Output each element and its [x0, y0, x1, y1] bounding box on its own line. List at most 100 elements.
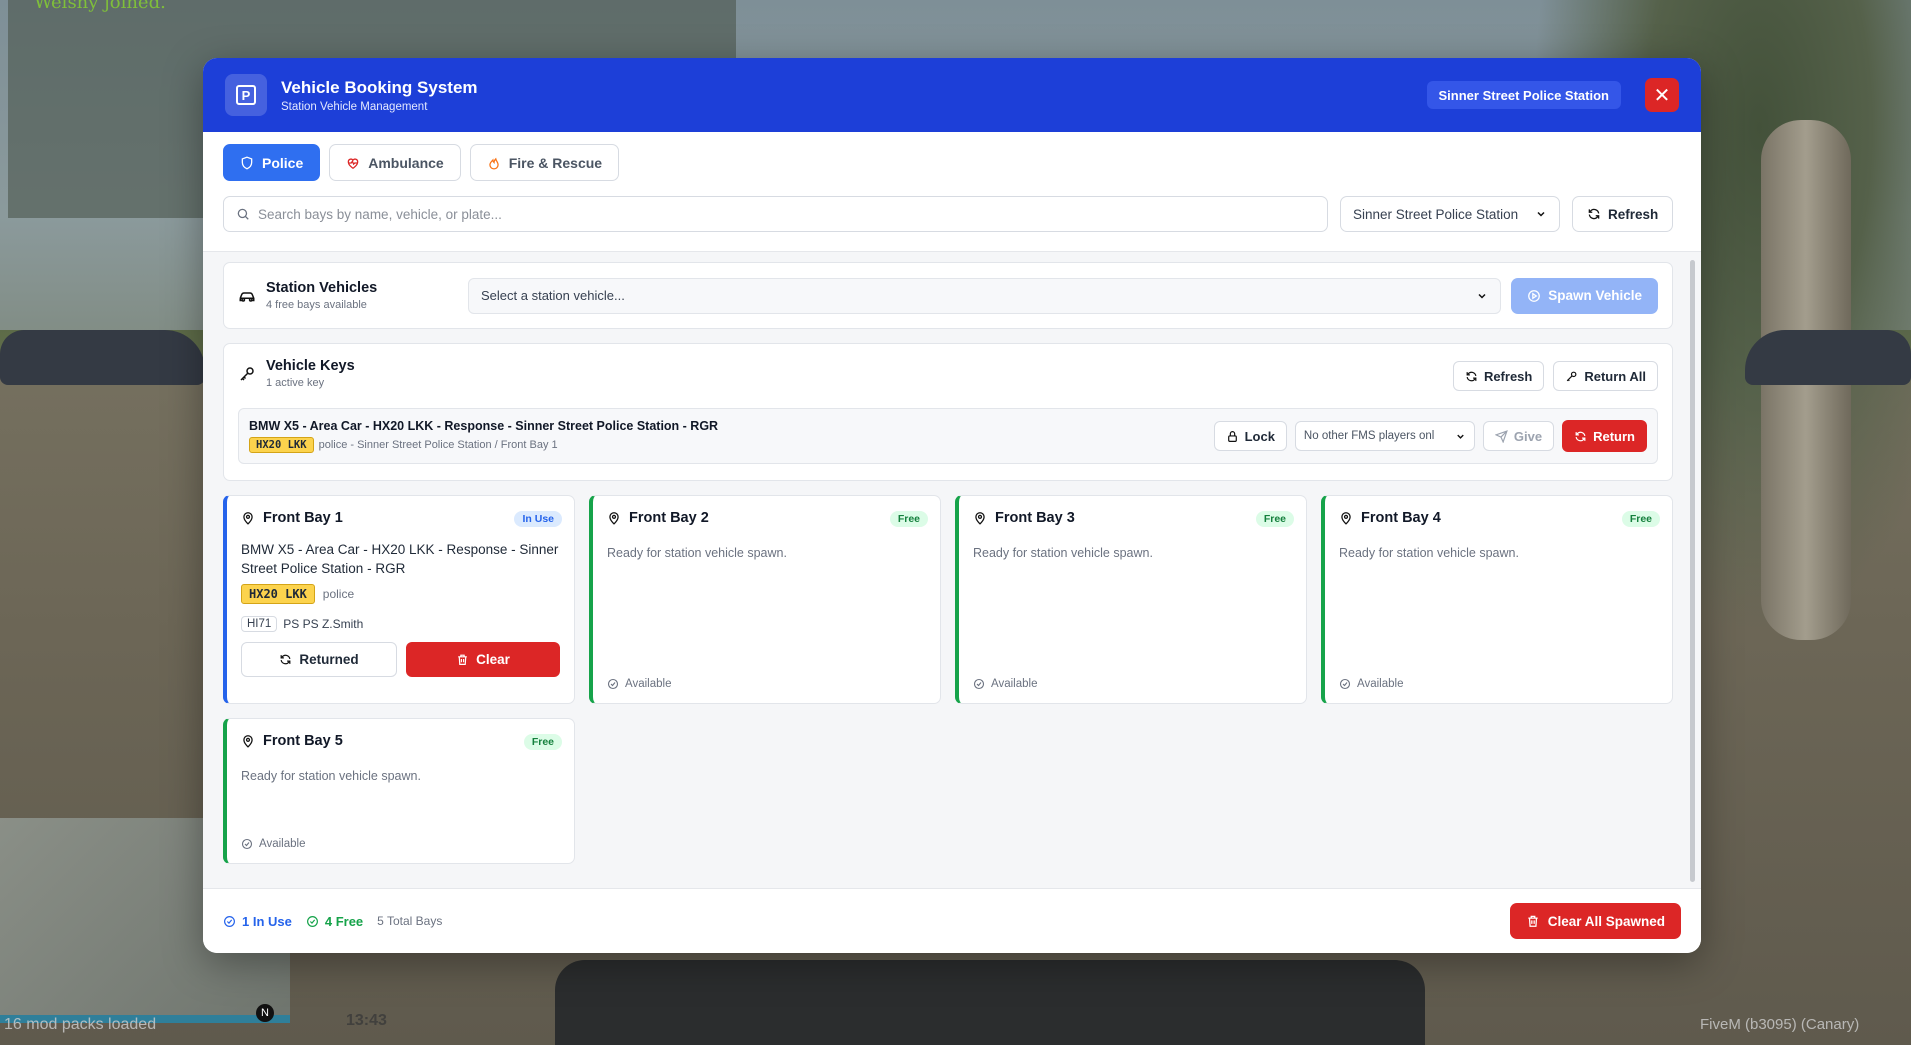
bay-name: Front Bay 1 [263, 510, 343, 526]
free-count: 4 Free [306, 914, 363, 929]
check-circle-icon [973, 678, 985, 690]
lock-icon [1226, 430, 1239, 443]
clear-label: Clear [476, 652, 510, 667]
map-pin-icon [241, 511, 255, 525]
key-icon [238, 365, 256, 383]
search-placeholder: Search bays by name, vehicle, or plate..… [258, 206, 502, 222]
station-vehicle-select[interactable]: Select a station vehicle... [468, 277, 1502, 314]
callsign-badge: HI71 [241, 616, 278, 632]
clear-button[interactable]: Clear [406, 642, 560, 677]
return-label: Return [1593, 428, 1635, 444]
refresh-icon [1574, 430, 1587, 443]
compass-icon: N [256, 1004, 274, 1022]
tab-fire-rescue[interactable]: Fire & Rescue [469, 144, 620, 181]
bay-card: Front Bay 4 Free Ready for station vehic… [1321, 495, 1673, 704]
bay-card: Front Bay 5 Free Ready for station vehic… [223, 718, 575, 864]
section-title: Station Vehicles [266, 280, 378, 296]
refresh-icon [279, 653, 292, 666]
select-placeholder: Select a station vehicle... [481, 288, 625, 303]
chat-line: Welshy joined. [34, 0, 166, 13]
free-label: 4 Free [324, 913, 364, 929]
build-info: FiveM (b3095) (Canary) [1700, 1016, 1860, 1033]
chevron-down-icon [1535, 208, 1547, 220]
plate-badge: HX20 LKK [249, 437, 314, 453]
section-subtitle: 1 active key [266, 377, 325, 389]
page-subtitle: Station Vehicle Management [281, 100, 428, 113]
give-select-value: No other FMS players onl [1303, 430, 1435, 442]
search-icon [236, 207, 250, 221]
check-circle-icon [223, 915, 236, 928]
bay-name: Front Bay 5 [263, 733, 343, 749]
clear-all-spawned-button[interactable]: Clear All Spawned [1509, 903, 1681, 939]
vehicle-keys-panel: Vehicle Keys 1 active key Refresh Return… [223, 343, 1673, 481]
tab-label: Ambulance [368, 154, 444, 171]
mod-packs-text: 16 mod packs loaded [4, 1016, 157, 1033]
bay-name: Front Bay 3 [995, 510, 1075, 526]
tab-label: Fire & Rescue [508, 154, 603, 171]
page-title: Vehicle Booking System [281, 77, 478, 97]
bay-description: Ready for station vehicle spawn. [973, 546, 1153, 560]
refresh-button[interactable]: Refresh [1572, 196, 1674, 232]
flame-icon [487, 156, 501, 170]
station-vehicles-panel: Station Vehicles 4 free bays available S… [223, 262, 1673, 329]
status-badge: In Use [514, 511, 562, 527]
return-all-label: Return All [1584, 368, 1646, 384]
bay-description: Ready for station vehicle spawn. [241, 769, 421, 783]
car-icon [238, 287, 256, 305]
refresh-icon [1465, 370, 1478, 383]
return-key-button[interactable]: Return [1562, 420, 1647, 452]
close-button[interactable]: ✕ [1645, 78, 1679, 112]
availability-label: Available [1357, 678, 1404, 690]
give-player-select[interactable]: No other FMS players onl [1294, 421, 1475, 451]
returned-button[interactable]: Returned [241, 642, 397, 677]
returned-label: Returned [299, 652, 359, 667]
key-meta-text: police - Sinner Street Police Station / … [318, 439, 558, 451]
in-use-label: 1 In Use [242, 913, 292, 929]
game-clock: 13:43 [346, 1012, 387, 1029]
spawn-vehicle-button[interactable]: Spawn Vehicle [1511, 277, 1658, 314]
chevron-down-icon [1476, 290, 1488, 302]
bay-name: Front Bay 4 [1361, 510, 1441, 526]
shield-icon [240, 155, 254, 170]
service-label: police [322, 587, 355, 601]
trash-icon [456, 653, 469, 666]
check-circle-icon [306, 915, 319, 928]
modal-footer: 1 In Use 4 Free 5 Total Bays Clear All S… [203, 888, 1701, 953]
bay-grid: Front Bay 1 In Use BMW X5 - Area Car - H… [223, 495, 1673, 864]
refresh-icon [1587, 207, 1601, 221]
tab-ambulance[interactable]: Ambulance [329, 144, 461, 181]
lock-button[interactable]: Lock [1213, 421, 1287, 451]
key-icon [1565, 370, 1578, 383]
bay-vehicle-name: BMW X5 - Area Car - HX20 LKK - Response … [241, 542, 559, 576]
close-icon: ✕ [1653, 84, 1671, 107]
in-use-count: 1 In Use [223, 914, 292, 929]
return-all-button[interactable]: Return All [1553, 361, 1658, 391]
map-pin-icon [1339, 511, 1353, 525]
parked-car [1745, 330, 1911, 385]
vehicle-booking-modal: P Vehicle Booking System Station Vehicle… [203, 58, 1701, 953]
map-pin-icon [607, 511, 621, 525]
spawn-label: Spawn Vehicle [1548, 288, 1642, 303]
check-circle-icon [1339, 678, 1351, 690]
refresh-label: Refresh [1483, 368, 1533, 384]
availability-label: Available [259, 838, 306, 850]
crew-name: PS PS Z.Smith [283, 617, 364, 631]
station-select[interactable]: Sinner Street Police Station [1340, 196, 1560, 232]
keys-refresh-button[interactable]: Refresh [1452, 361, 1545, 391]
lock-label: Lock [1244, 428, 1275, 444]
chevron-down-icon [1455, 431, 1466, 442]
clear-all-label: Clear All Spawned [1547, 913, 1665, 929]
bay-name: Front Bay 2 [629, 510, 709, 526]
search-input[interactable]: Search bays by name, vehicle, or plate..… [223, 196, 1328, 232]
bay-card: Front Bay 3 Free Ready for station vehic… [955, 495, 1307, 704]
availability-label: Available [991, 678, 1038, 690]
logo: P [225, 74, 267, 116]
give-button[interactable]: Give [1482, 421, 1555, 451]
bay-description: Ready for station vehicle spawn. [1339, 546, 1519, 560]
main-content: Station Vehicles 4 free bays available S… [203, 251, 1701, 888]
give-label: Give [1513, 428, 1543, 444]
availability-label: Available [625, 678, 672, 690]
tab-police[interactable]: Police [223, 144, 321, 181]
scrollbar[interactable] [1690, 260, 1695, 882]
status-badge: Free [523, 734, 562, 750]
